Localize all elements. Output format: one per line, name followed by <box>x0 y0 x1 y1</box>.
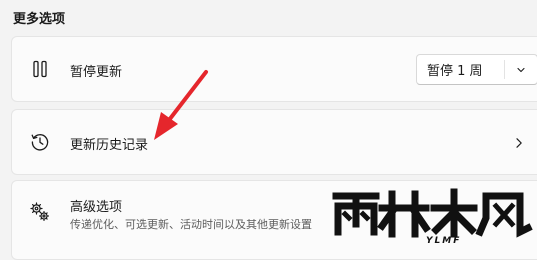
annotation-arrow-icon <box>154 70 208 140</box>
chevron-down-icon[interactable] <box>505 55 537 84</box>
advanced-options-description: 传递优化、可选更新、活动时间以及其他更新设置 <box>70 218 312 231</box>
update-history-card[interactable]: 更新历史记录 <box>11 109 537 175</box>
chevron-right-icon <box>512 136 526 150</box>
section-title: 更多选项 <box>13 12 66 27</box>
pause-updates-label: 暂停更新 <box>70 65 123 80</box>
pause-icon <box>29 58 51 80</box>
pause-updates-card: 暂停更新 暂停 1 周 <box>11 36 537 102</box>
advanced-options-label: 高级选项 <box>70 200 123 215</box>
history-icon <box>29 131 51 153</box>
gears-icon <box>29 201 51 223</box>
watermark-sub-text: YLMF <box>426 236 461 245</box>
pause-duration-value: 暂停 1 周 <box>427 64 483 79</box>
update-history-label: 更新历史记录 <box>70 138 149 153</box>
watermark-logo: YLMF <box>332 188 533 245</box>
pause-duration-dropdown[interactable]: 暂停 1 周 <box>416 54 537 85</box>
